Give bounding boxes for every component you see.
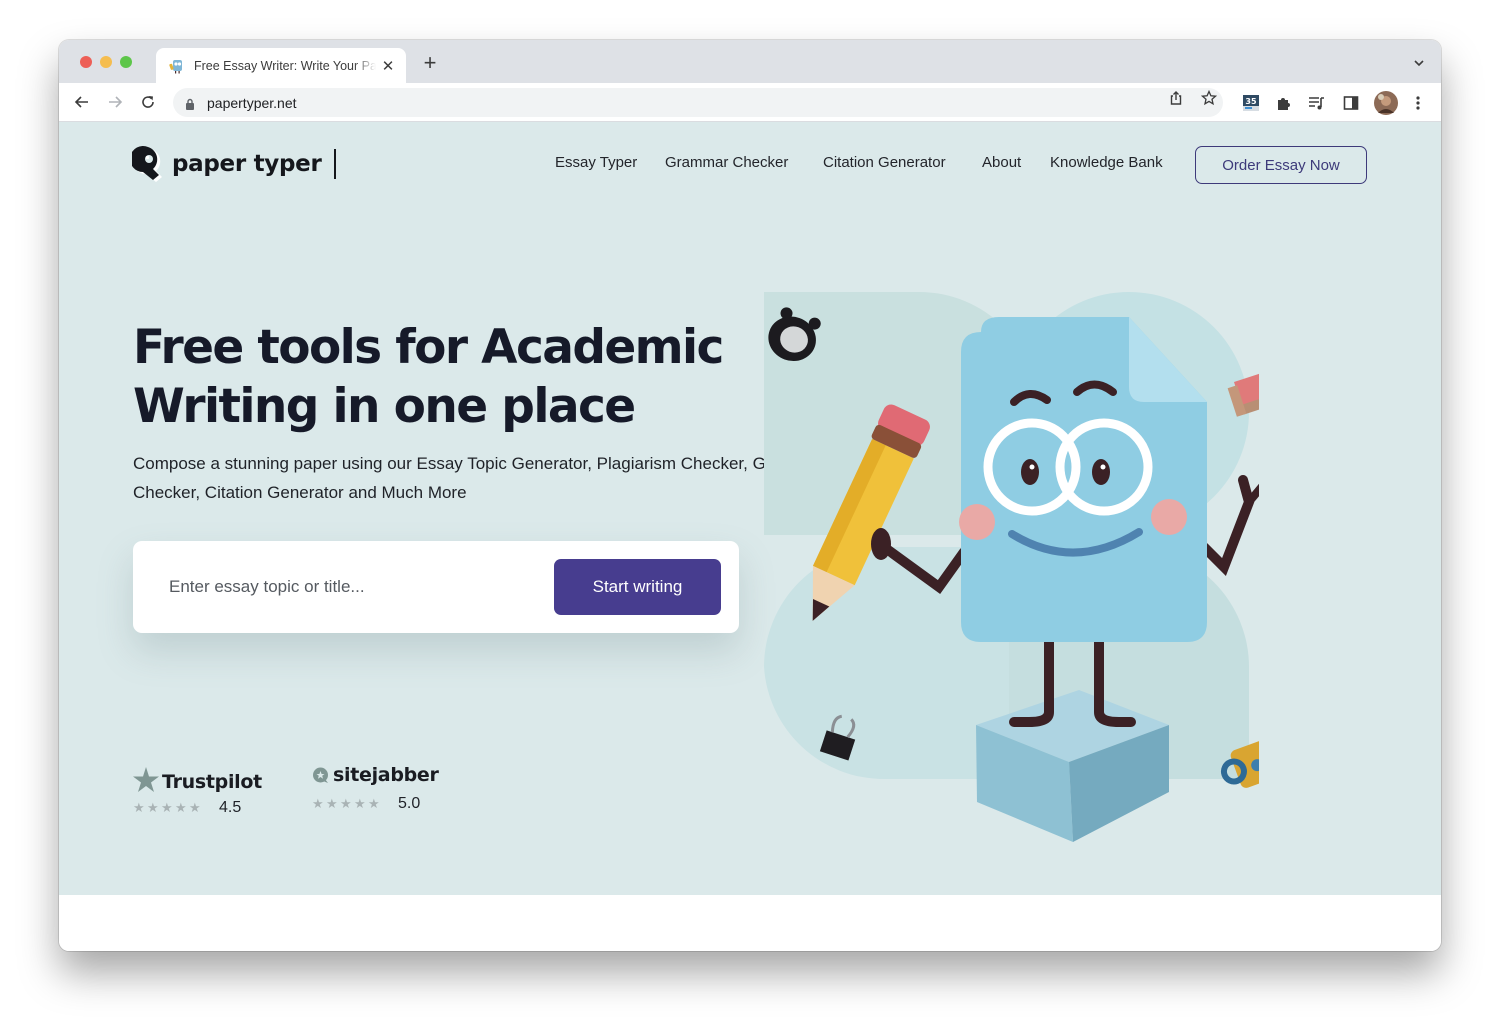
essay-topic-form: Start writing [133, 541, 739, 633]
back-icon[interactable] [72, 92, 92, 112]
share-icon[interactable] [1167, 89, 1185, 107]
side-panel-icon[interactable] [1341, 93, 1361, 113]
puzzle-extensions-icon[interactable] [1274, 93, 1294, 113]
paper-typer-mascot-icon [168, 57, 186, 75]
nav-knowledge-bank[interactable]: Knowledge Bank [1050, 154, 1163, 171]
order-essay-now-button[interactable]: Order Essay Now [1195, 146, 1367, 184]
forward-icon[interactable] [105, 92, 125, 112]
browser-toolbar: papertyper.net 35 [59, 83, 1441, 122]
rating-score: 4.5 [219, 799, 242, 816]
browser-tab-active[interactable]: Free Essay Writer: Write Your Papers Fas… [156, 48, 406, 83]
close-tab-icon[interactable]: ✕ [380, 58, 396, 75]
sitejabber-logo-icon [312, 767, 329, 784]
more-menu-icon[interactable] [1408, 93, 1428, 113]
lock-icon [185, 97, 195, 110]
star-icon: ★ [354, 796, 366, 811]
url-text: papertyper.net [207, 94, 297, 111]
trustpilot-star-icon [133, 766, 159, 792]
rating-score: 5.0 [398, 795, 421, 812]
headline-line-1: Free tools for Academic [133, 320, 724, 375]
page-viewport: paper typer Essay Typer Grammar Checker … [59, 122, 1441, 951]
nav-grammar-checker[interactable]: Grammar Checker [665, 154, 788, 171]
maximize-window-button[interactable] [120, 56, 132, 68]
paper-typer-logo-icon [130, 145, 166, 183]
bookmark-star-icon[interactable] [1200, 89, 1218, 107]
star-icon: ★ [312, 796, 324, 811]
start-writing-button[interactable]: Start writing [554, 559, 721, 615]
star-rating: ★ ★ ★ ★ ★ 5.0 [312, 795, 439, 813]
hero-mascot-illustration [764, 292, 1259, 842]
new-tab-button[interactable]: + [420, 52, 440, 74]
essay-topic-input[interactable] [155, 565, 525, 609]
browser-window: Free Essay Writer: Write Your Papers Fas… [59, 40, 1441, 951]
star-icon: ★ [340, 796, 352, 811]
address-bar[interactable]: papertyper.net [173, 88, 1223, 117]
star-icon: ★ [189, 800, 201, 815]
star-icon: ★ [147, 800, 159, 815]
star-icon: ★ [161, 800, 173, 815]
logo-text: paper typer [172, 151, 322, 177]
calendar-extension-icon[interactable]: 35 [1241, 93, 1261, 113]
mascot-body [961, 317, 1207, 642]
rating-brand-name: sitejabber [333, 764, 439, 786]
trustpilot-rating[interactable]: Trustpilot ★ ★ ★ ★ ★ 4.5 [133, 765, 262, 817]
hero-headline: Free tools for Academic Writing in one p… [133, 318, 833, 436]
nav-essay-typer[interactable]: Essay Typer [555, 154, 637, 171]
rating-brand-name: Trustpilot [162, 771, 262, 793]
reload-icon[interactable] [138, 92, 158, 112]
star-icon: ★ [133, 800, 145, 815]
headline-line-2: Writing in one place [133, 379, 636, 434]
close-window-button[interactable] [80, 56, 92, 68]
minimize-window-button[interactable] [100, 56, 112, 68]
tab-strip: Free Essay Writer: Write Your Papers Fas… [59, 40, 1441, 83]
sitejabber-rating[interactable]: sitejabber ★ ★ ★ ★ ★ 5.0 [312, 764, 439, 813]
tab-title: Free Essay Writer: Write Your Papers Fas… [194, 58, 376, 73]
logo-cursor [333, 149, 336, 179]
hero-section: paper typer Essay Typer Grammar Checker … [59, 122, 1441, 895]
profile-avatar[interactable] [1374, 91, 1398, 115]
hero-subtext: Compose a stunning paper using our Essay… [133, 454, 825, 502]
star-rating: ★ ★ ★ ★ ★ 4.5 [133, 799, 262, 817]
svg-text:35: 35 [1245, 97, 1257, 106]
media-queue-icon[interactable] [1307, 93, 1327, 113]
chevron-down-icon[interactable] [1412, 56, 1426, 70]
nav-citation-generator[interactable]: Citation Generator [823, 154, 946, 171]
nav-about[interactable]: About [982, 154, 1021, 171]
star-icon: ★ [175, 800, 187, 815]
site-logo[interactable]: paper typer [130, 145, 336, 183]
star-icon: ★ [368, 796, 380, 811]
star-icon: ★ [326, 796, 338, 811]
